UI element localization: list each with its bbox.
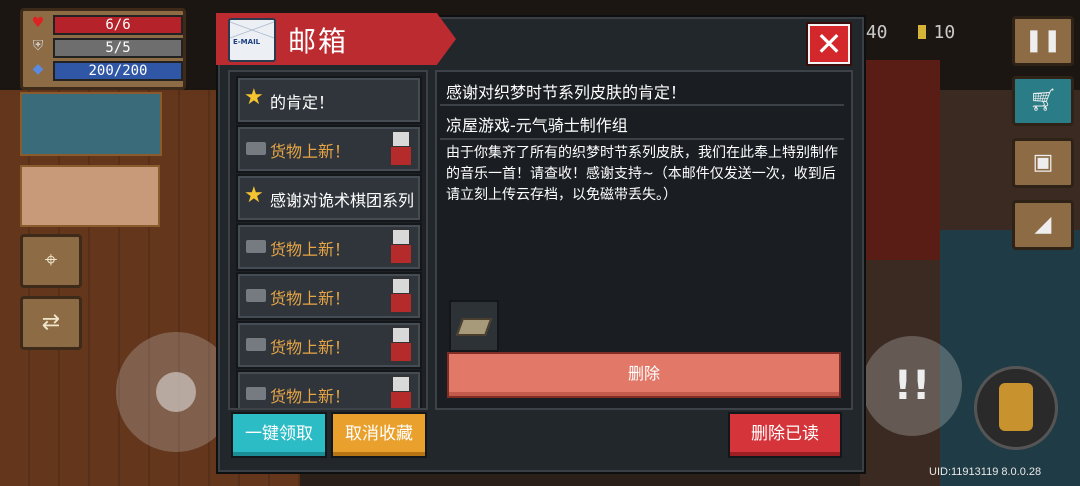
mail-item[interactable]: 货物上新！ xyxy=(236,370,422,408)
mail-sender: 凉屋游戏-元气骑士制作组 xyxy=(446,116,628,135)
mail-item-title: 货物上新！ xyxy=(270,338,351,357)
opened-mail-icon xyxy=(246,240,266,253)
shield-bar: 5/5 xyxy=(53,38,183,58)
map-button[interactable]: ⌖ xyxy=(20,234,82,288)
knight-attachment-icon xyxy=(390,376,412,408)
knight-attachment-icon xyxy=(390,131,412,166)
knight-attachment-icon xyxy=(390,327,412,362)
status-hud: ♥ ⛨ ◆ 6/6 5/5 200/200 xyxy=(20,8,186,90)
attachment-slot[interactable] xyxy=(449,300,499,352)
opened-mail-icon xyxy=(246,387,266,400)
opened-mail-icon xyxy=(246,142,266,155)
pause-icon: ❚❚ xyxy=(1024,28,1062,53)
mail-item-title: 货物上新！ xyxy=(270,240,351,259)
joystick-knob[interactable] xyxy=(156,372,196,412)
skill-button[interactable]: !! xyxy=(862,336,962,436)
character-avatar-button[interactable] xyxy=(974,366,1058,450)
heart-icon: ♥ xyxy=(31,15,45,31)
star-icon: ★ xyxy=(244,183,264,208)
shop-button[interactable]: 🛒︎ xyxy=(1012,76,1074,126)
close-icon: ✕ xyxy=(815,25,843,63)
claim-all-button[interactable]: 一键领取 xyxy=(231,412,327,458)
unfavorite-button[interactable]: 取消收藏 xyxy=(331,412,427,458)
mail-envelope-icon: E-MAIL xyxy=(228,18,276,62)
currency-display: 240 10 xyxy=(855,22,955,43)
knight-attachment-icon xyxy=(390,278,412,313)
exit-button[interactable]: ◢ xyxy=(1012,200,1074,250)
mail-item[interactable]: ★ 的肯定！ xyxy=(236,76,422,124)
mail-item[interactable]: ★ 感谢对诡术棋团系列 xyxy=(236,174,422,222)
mail-item-title: 货物上新！ xyxy=(270,289,351,308)
uid-label: UID:11913119 8.0.0.28 xyxy=(929,466,1042,478)
opened-mail-icon xyxy=(246,289,266,302)
opened-mail-icon xyxy=(246,338,266,351)
divider xyxy=(440,104,844,106)
energy-icon: ◆ xyxy=(32,61,44,77)
gold-count: 10 xyxy=(933,22,956,43)
star-icon: ★ xyxy=(244,85,264,110)
profile-button[interactable]: ▣ xyxy=(1012,138,1074,188)
hp-bar: 6/6 xyxy=(53,15,183,35)
mail-title: 感谢对织梦时节系列皮肤的肯定！ xyxy=(446,83,687,102)
mail-item[interactable]: 货物上新！ xyxy=(236,272,422,320)
mail-item-title: 货物上新！ xyxy=(270,142,351,161)
cassette-tape-icon xyxy=(455,318,493,336)
map-pin-icon: ⌖ xyxy=(44,248,58,273)
exclaim-icon: !! xyxy=(893,363,931,409)
mail-item-title: 的肯定！ xyxy=(270,93,335,112)
poster xyxy=(20,165,160,227)
mail-item[interactable]: 货物上新！ xyxy=(236,125,422,173)
page-title: 邮箱 xyxy=(288,25,349,58)
poster xyxy=(20,92,162,156)
mail-item-title: 感谢对诡术棋团系列 xyxy=(270,191,415,210)
close-button[interactable]: ✕ xyxy=(808,24,850,64)
mail-item[interactable]: 货物上新！ xyxy=(236,321,422,369)
mail-list[interactable]: ★ 的肯定！ 货物上新！ ★ 感谢对诡术棋团系列 货物上新！ 货物上新！ 货物上… xyxy=(228,70,428,410)
delete-read-button[interactable]: 删除已读 xyxy=(728,412,842,458)
mail-item[interactable]: 货物上新！ xyxy=(236,223,422,271)
shield-icon: ⛨ xyxy=(32,38,44,54)
stairs-icon: ◢ xyxy=(1034,212,1052,237)
cart-icon: 🛒︎ xyxy=(1029,88,1057,113)
energy-bar: 200/200 xyxy=(53,61,183,81)
mail-item-title: 货物上新！ xyxy=(270,387,351,406)
delete-button[interactable]: 删除 xyxy=(447,352,841,398)
envelope-label: E-MAIL xyxy=(233,38,261,46)
knight-attachment-icon xyxy=(390,229,412,264)
pause-button[interactable]: ❚❚ xyxy=(1012,16,1074,66)
divider xyxy=(440,138,844,140)
swap-button[interactable]: ⇄ xyxy=(20,296,82,350)
swap-icon: ⇄ xyxy=(41,310,61,335)
id-card-icon: ▣ xyxy=(1032,150,1054,175)
character-sprite xyxy=(999,383,1033,431)
envelope-flap xyxy=(230,20,274,40)
gold-coin-icon xyxy=(917,25,926,39)
mail-body: 由于你集齐了所有的织梦时节系列皮肤，我们在此奉上特别制作的音乐一首！请查收！感谢… xyxy=(446,145,838,203)
scene-wall-right xyxy=(860,60,940,260)
